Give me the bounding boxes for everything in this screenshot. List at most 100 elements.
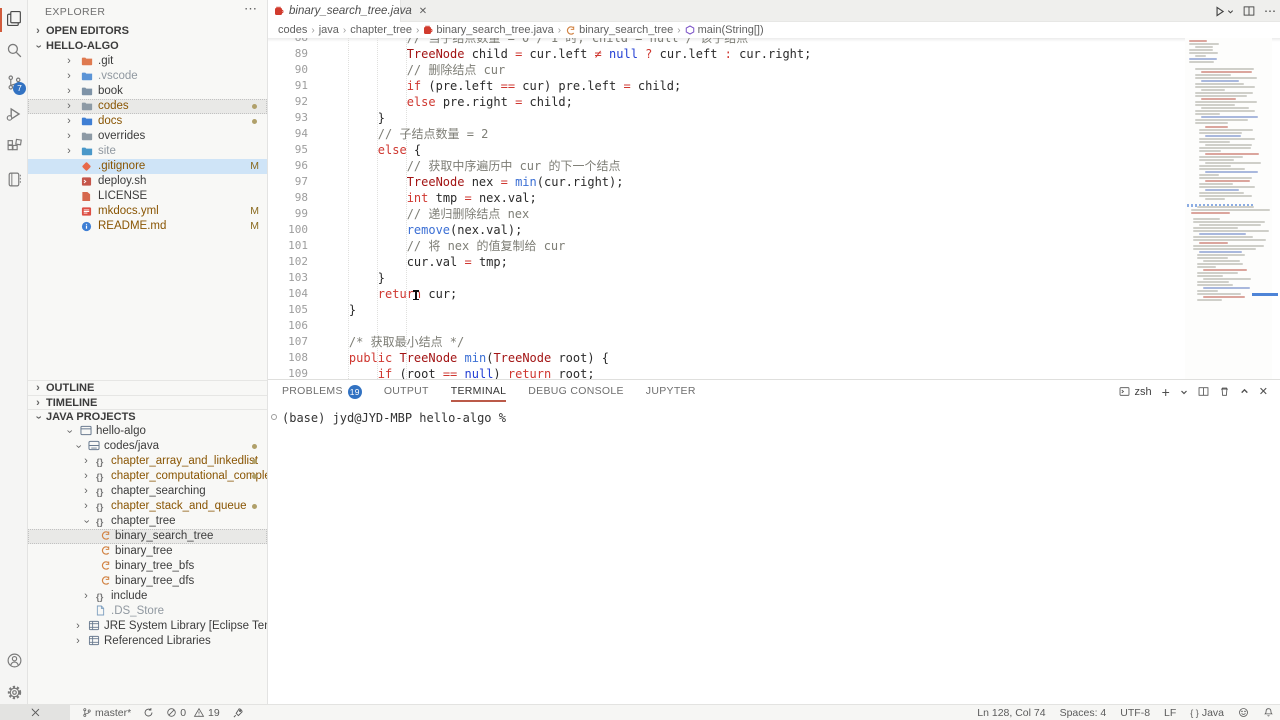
java-project-item-jre-system-library-eclipse-temurin-17-17-[interactable]: ›JRE System Library [Eclipse Temurin 17 … [28,619,267,634]
cursor-position[interactable]: Ln 128, Col 74 [977,705,1045,720]
breadcrumb-item-main-string-[interactable]: main(String[]) [685,24,764,36]
timeline-header[interactable]: › TIMELINE [28,395,267,410]
sync-icon[interactable] [143,705,154,720]
explorer-icon[interactable] [0,2,28,34]
code-line-99[interactable]: 99// 递归删除结点 nex [268,206,1185,222]
more-actions-icon[interactable]: ⋯ [244,1,257,17]
tree-item-book[interactable]: ›book [28,84,267,99]
close-icon[interactable]: ✕ [419,6,427,17]
code-line-91[interactable]: 91if (pre.left == cur) pre.left = child; [268,78,1185,94]
java-project-item-include[interactable]: ›{ }include [28,589,267,604]
split-terminal-icon[interactable] [1198,386,1209,397]
code-line-98[interactable]: 98int tmp = nex.val; [268,190,1185,206]
code-line-105[interactable]: 105} [268,302,1185,318]
panel-tab-debug-console[interactable]: DEBUG CONSOLE [528,380,624,403]
source-control-icon[interactable]: 7 [0,66,28,98]
java-projects-header[interactable]: › JAVA PROJECTS [28,409,267,424]
java-project-item-binary-tree-bfs[interactable]: binary_tree_bfs [28,559,267,574]
code-line-103[interactable]: 103} [268,270,1185,286]
java-project-item-binary-tree[interactable]: binary_tree [28,544,267,559]
eol-indicator[interactable]: LF [1164,705,1176,720]
tree-item--gitignore[interactable]: .gitignoreM [28,159,267,174]
breadcrumb-item-codes[interactable]: codes [278,24,307,36]
search-icon[interactable] [0,34,28,66]
breadcrumb-item-chapter-tree[interactable]: chapter_tree [350,24,412,36]
code-line-93[interactable]: 93} [268,110,1185,126]
accounts-icon[interactable] [0,644,28,676]
code-editor[interactable]: 88// 当子结点数量 = 0 / 1 时, child = null / 该子… [268,38,1280,379]
java-project-item-chapter-tree[interactable]: ›{ }chapter_tree [28,514,267,529]
remote-tools-icon[interactable] [0,705,70,720]
code-line-89[interactable]: 89TreeNode child = cur.left ≠ null ? cur… [268,46,1185,62]
errors-indicator[interactable]: 0 [166,705,186,720]
tree-item-overrides[interactable]: ›overrides [28,129,267,144]
code-line-108[interactable]: 108public TreeNode min(TreeNode root) { [268,350,1185,366]
close-panel-icon[interactable]: ✕ [1259,385,1268,398]
code-line-95[interactable]: 95else { [268,142,1185,158]
terminal-prompt[interactable]: (base) jyd@JYD-MBP hello-algo % [282,411,506,425]
panel-tab-output[interactable]: OUTPUT [384,380,429,403]
extensions-icon[interactable] [0,130,28,162]
notebook-icon[interactable] [0,163,28,195]
breadcrumb-item-binary-search-tree-java[interactable]: binary_search_tree.java [423,24,553,36]
tree-item-docs[interactable]: ›docs [28,114,267,129]
code-line-88[interactable]: 88// 当子结点数量 = 0 / 1 时, child = null / 该子… [268,38,1185,46]
tree-item-readme-md[interactable]: README.mdM [28,219,267,234]
breadcrumb-item-binary-search-tree[interactable]: binary_search_tree [565,24,673,36]
tree-item-license[interactable]: LICENSE [28,189,267,204]
tree-item-codes[interactable]: ›codes [28,99,267,114]
chevron-down-icon[interactable] [1180,388,1188,396]
code-line-96[interactable]: 96// 获取中序遍历中 cur 的下一个结点 [268,158,1185,174]
tree-item--git[interactable]: ›.git [28,54,267,69]
open-editors-header[interactable]: › OPEN EDITORS [28,24,267,39]
java-project-item-binary-tree-dfs[interactable]: binary_tree_dfs [28,574,267,589]
root-folder-header[interactable]: › HELLO-ALGO [28,39,267,54]
code-line-92[interactable]: 92else pre.right = child; [268,94,1185,110]
java-project-item-chapter-stack-and-queue[interactable]: ›{ }chapter_stack_and_queue [28,499,267,514]
code-line-102[interactable]: 102cur.val = tmp; [268,254,1185,270]
tree-item--vscode[interactable]: ›.vscode [28,69,267,84]
shell-selector[interactable]: zsh [1119,386,1151,398]
java-project-item-binary-search-tree[interactable]: binary_search_tree [28,529,267,544]
panel-tab-jupyter[interactable]: JUPYTER [646,380,696,403]
trash-icon[interactable] [1219,386,1230,397]
code-line-101[interactable]: 101// 将 nex 的值复制给 cur [268,238,1185,254]
branch-indicator[interactable]: master* [82,705,131,720]
run-button[interactable] [1213,5,1234,18]
indentation-indicator[interactable]: Spaces: 4 [1060,705,1107,720]
code-line-106[interactable]: 106 [268,318,1185,334]
more-actions-icon[interactable]: ⋯ [1264,4,1276,18]
language-indicator[interactable]: { } Java [1190,705,1224,720]
split-editor-icon[interactable] [1243,5,1255,17]
java-project-item--ds-store[interactable]: .DS_Store [28,604,267,619]
java-project-item-referenced-libraries[interactable]: ›Referenced Libraries [28,634,267,649]
code-line-97[interactable]: 97TreeNode nex = min(cur.right); [268,174,1185,190]
code-line-94[interactable]: 94// 子结点数量 = 2 [268,126,1185,142]
new-terminal-icon[interactable]: + [1162,387,1170,397]
java-project-item-chapter-array-and-linkedlist[interactable]: ›{ }chapter_array_and_linkedlist [28,454,267,469]
feedback-smiley-icon[interactable] [1238,705,1249,720]
breadcrumb-item-java[interactable]: java [319,24,339,36]
run-debug-icon[interactable] [0,98,28,130]
encoding-indicator[interactable]: UTF-8 [1120,705,1150,720]
tree-item-site[interactable]: ›site [28,144,267,159]
java-project-item-chapter-computational-complexity[interactable]: ›{ }chapter_computational_complexity [28,469,267,484]
tree-item-mkdocs-yml[interactable]: mkdocs.ymlM [28,204,267,219]
notifications-bell-icon[interactable] [1263,705,1274,720]
tree-item-deploy-sh[interactable]: deploy.sh [28,174,267,189]
java-project-item-chapter-searching[interactable]: ›{ }chapter_searching [28,484,267,499]
java-project-item-hello-algo[interactable]: ›hello-algo [28,424,267,439]
panel-tab-terminal[interactable]: TERMINAL [451,380,507,403]
code-line-90[interactable]: 90// 删除结点 cur [268,62,1185,78]
code-line-100[interactable]: 100remove(nex.val); [268,222,1185,238]
warnings-indicator[interactable]: 19 [193,705,220,720]
code-line-109[interactable]: 109if (root == null) return root; [268,366,1185,379]
maximize-panel-icon[interactable] [1240,387,1249,396]
panel-tab-problems[interactable]: PROBLEMS19 [282,380,362,403]
code-line-104[interactable]: 104return cur; [268,286,1185,302]
minimap[interactable] [1185,38,1272,379]
java-project-item-codes-java[interactable]: ›codes/java [28,439,267,454]
tab-binary-search-tree[interactable]: binary_search_tree.java ✕ [268,0,401,22]
code-line-107[interactable]: 107/* 获取最小结点 */ [268,334,1185,350]
outline-header[interactable]: › OUTLINE [28,380,267,395]
